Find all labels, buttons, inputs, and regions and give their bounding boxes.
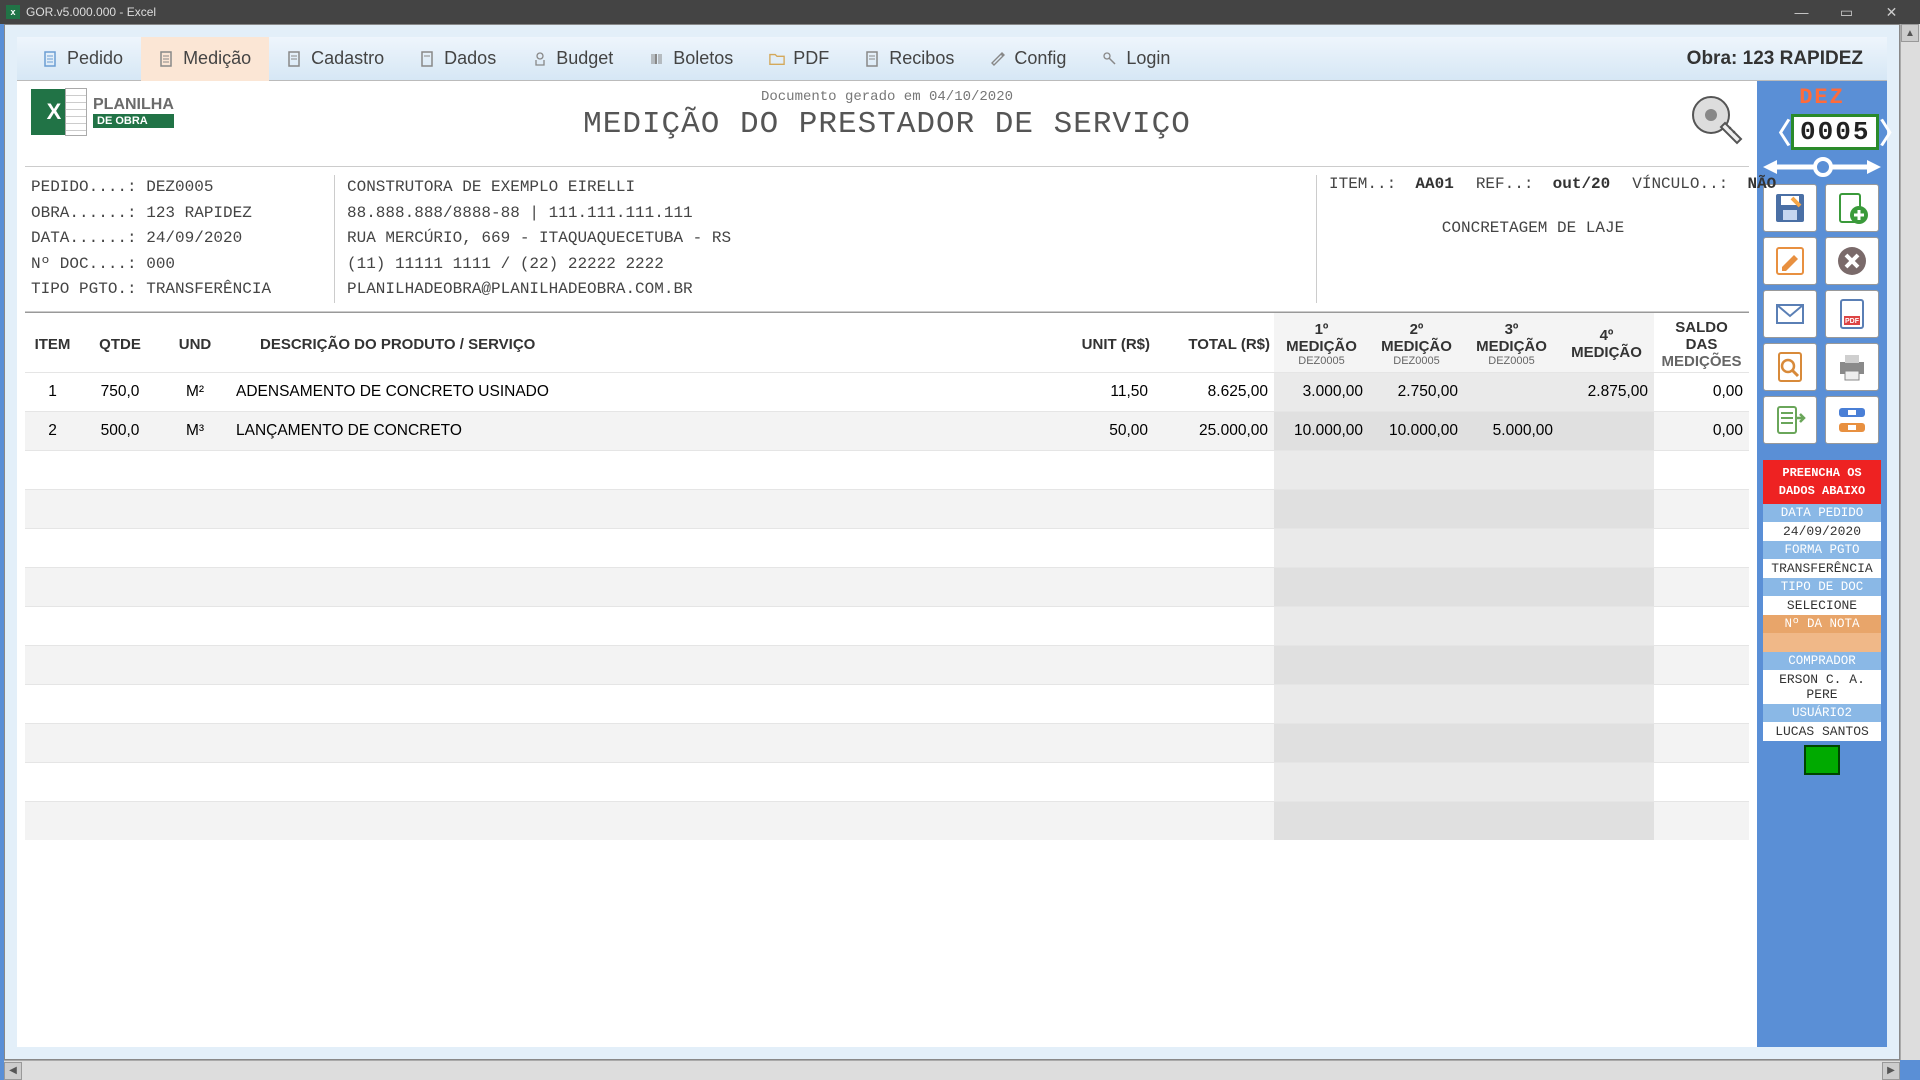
info-pgto: TIPO PGTO.: TRANSFERÊNCIA <box>31 277 328 303</box>
table-row[interactable] <box>25 528 1749 567</box>
tab-pedido[interactable]: Pedido <box>25 37 141 81</box>
record-slider[interactable] <box>1763 156 1881 178</box>
value-num-nota[interactable] <box>1763 633 1881 652</box>
edit-button[interactable] <box>1763 237 1817 285</box>
obra-label: Obra: 123 RAPIDEZ <box>1687 48 1879 70</box>
prev-arrow[interactable]: 〈 <box>1763 112 1791 152</box>
svg-text:PDF: PDF <box>1845 318 1860 325</box>
info-pedido: PEDIDO....: DEZ0005 <box>31 175 328 201</box>
label-tipo-doc: TIPO DE DOC <box>1763 578 1881 596</box>
label-forma-pgto: FORMA PGTO <box>1763 541 1881 559</box>
pdf-button[interactable]: PDF <box>1825 290 1879 338</box>
table-row[interactable] <box>25 606 1749 645</box>
info-address: RUA MERCÚRIO, 669 - ITAQUAQUECETUBA - RS <box>347 226 1304 252</box>
form-icon <box>287 51 303 67</box>
table-row[interactable] <box>25 567 1749 606</box>
info-cnpj: 88.888.888/8888-88 | 111.111.111.111 <box>347 201 1304 227</box>
document-icon <box>43 51 59 67</box>
folder-icon <box>769 51 785 67</box>
info-company: CONSTRUTORA DE EXEMPLO EIRELLI <box>347 175 1304 201</box>
barcode-icon <box>649 51 665 67</box>
layout-button[interactable] <box>1825 396 1879 444</box>
value-data-pedido[interactable]: 24/09/2020 <box>1763 522 1881 541</box>
label-data-pedido: DATA PEDIDO <box>1763 504 1881 522</box>
medicao-table: ITEM QTDE UND DESCRIÇÃO DO PRODUTO / SER… <box>25 312 1749 841</box>
tab-cadastro[interactable]: Cadastro <box>269 37 402 81</box>
info-doc: Nº DOC....: 000 <box>31 252 328 278</box>
excel-icon: x <box>6 5 20 19</box>
excel-logo-icon: X <box>31 89 77 135</box>
list-icon <box>159 51 175 67</box>
window-title: GOR.v5.000.000 - Excel <box>26 5 156 19</box>
table-row[interactable] <box>25 489 1749 528</box>
table-row[interactable]: 1750,0M²ADENSAMENTO DE CONCRETO USINADO1… <box>25 372 1749 411</box>
table-row[interactable] <box>25 684 1749 723</box>
receipt-icon <box>865 51 881 67</box>
tab-budget[interactable]: Budget <box>514 37 631 81</box>
wrench-icon <box>990 51 1006 67</box>
tab-recibos[interactable]: Recibos <box>847 37 972 81</box>
close-button[interactable]: ✕ <box>1869 0 1914 24</box>
data-icon <box>420 51 436 67</box>
table-row[interactable] <box>25 801 1749 840</box>
horizontal-scrollbar[interactable]: ◀ ▶ <box>4 1060 1900 1080</box>
tab-login[interactable]: Login <box>1084 37 1188 81</box>
value-usuario2[interactable]: LUCAS SANTOS <box>1763 722 1881 741</box>
table-row[interactable] <box>25 645 1749 684</box>
label-num-nota: Nº DA NOTA <box>1763 615 1881 633</box>
add-button[interactable] <box>1825 184 1879 232</box>
submit-button[interactable] <box>1804 745 1840 775</box>
tab-config[interactable]: Config <box>972 37 1084 81</box>
doc-title: MEDIÇÃO DO PRESTADOR DE SERVIÇO <box>25 107 1749 142</box>
money-icon <box>532 51 548 67</box>
next-arrow[interactable]: 〉 <box>1879 112 1907 152</box>
month-badge: DEZ <box>1763 85 1881 110</box>
tab-medicao[interactable]: Medição <box>141 37 269 81</box>
delete-button[interactable] <box>1825 237 1879 285</box>
tab-boletos[interactable]: Boletos <box>631 37 751 81</box>
value-comprador[interactable]: ERSON C. A. PERE <box>1763 670 1881 704</box>
table-row[interactable] <box>25 762 1749 801</box>
maximize-button[interactable]: ▭ <box>1824 0 1869 24</box>
info-obra: OBRA......: 123 RAPIDEZ <box>31 201 328 227</box>
form-warning: PREENCHA OS DADOS ABAIXO <box>1763 460 1881 504</box>
tab-pdf[interactable]: PDF <box>751 37 847 81</box>
export-button[interactable] <box>1763 396 1817 444</box>
tab-dados[interactable]: Dados <box>402 37 514 81</box>
tape-measure-icon <box>1689 93 1745 149</box>
info-phones: (11) 11111 1111 / (22) 22222 2222 <box>347 252 1304 278</box>
app-logo: X PLANILHA DE OBRA <box>31 89 174 135</box>
label-comprador: COMPRADOR <box>1763 652 1881 670</box>
value-tipo-doc[interactable]: SELECIONE <box>1763 596 1881 615</box>
table-row[interactable] <box>25 723 1749 762</box>
doc-generated: Documento gerado em 04/10/2020 <box>25 89 1749 105</box>
record-counter[interactable]: 0005 <box>1791 114 1879 150</box>
table-row[interactable] <box>25 450 1749 489</box>
minimize-button[interactable]: — <box>1779 0 1824 24</box>
value-forma-pgto[interactable]: TRANSFERÊNCIA <box>1763 559 1881 578</box>
table-row[interactable]: 2500,0M³LANÇAMENTO DE CONCRETO50,0025.00… <box>25 411 1749 450</box>
email-button[interactable] <box>1763 290 1817 338</box>
print-button[interactable] <box>1825 343 1879 391</box>
info-email: PLANILHADEOBRA@PLANILHADEOBRA.COM.BR <box>347 277 1304 303</box>
label-usuario2: USUÁRIO2 <box>1763 704 1881 722</box>
key-icon <box>1102 51 1118 67</box>
preview-button[interactable] <box>1763 343 1817 391</box>
info-task: CONCRETAGEM DE LAJE <box>1329 219 1737 237</box>
info-data: DATA......: 24/09/2020 <box>31 226 328 252</box>
vertical-scrollbar[interactable]: ▲ <box>1900 24 1920 1060</box>
